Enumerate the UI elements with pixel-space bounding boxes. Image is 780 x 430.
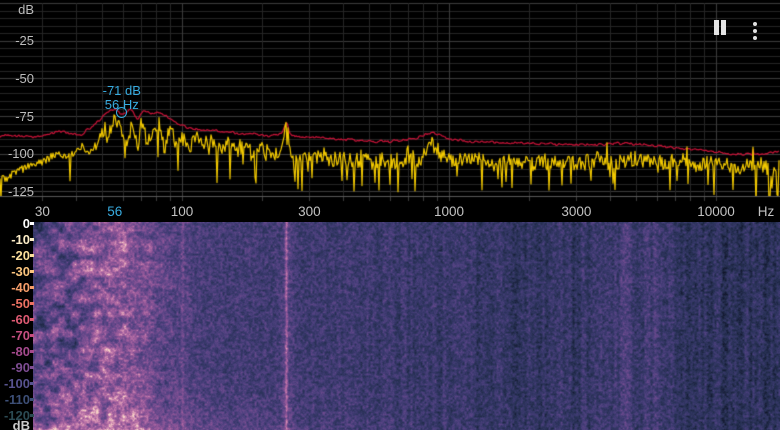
spectrogram-canvas[interactable] xyxy=(33,222,780,430)
x-tick-label: 3000 xyxy=(561,204,592,219)
colorbar-tick xyxy=(30,253,34,257)
overflow-menu-icon xyxy=(753,29,757,33)
colorbar-tick xyxy=(30,301,34,305)
spectrogram-color-scale: 0 -10 -20 -30 -40 -50 -60 -70 -80 -90 -100 -110 -120… xyxy=(0,215,33,430)
colorbar-label: -50 xyxy=(11,295,30,311)
spectrum-analyzer-app: dB -25 -50 -75 -100 -125 30 56 100 300 1000 3000 1… xyxy=(0,0,780,430)
colorbar-label: -110 xyxy=(4,391,30,407)
marker-db-label: -71 dB xyxy=(102,82,141,98)
colorbar-tick xyxy=(30,413,34,417)
pause-icon xyxy=(714,20,719,35)
y-tick-label: -100 xyxy=(7,146,34,162)
colorbar-label: -70 xyxy=(11,327,30,343)
colorbar-label: -10 xyxy=(11,231,30,247)
colorbar-tick xyxy=(30,221,34,225)
colorbar-tick xyxy=(30,349,34,353)
colorbar-tick xyxy=(30,237,34,241)
pause-button[interactable] xyxy=(711,18,731,38)
colorbar-tick xyxy=(30,397,34,401)
overflow-menu-icon xyxy=(753,36,757,40)
colorbar-label: -90 xyxy=(11,359,30,375)
colorbar-label: -80 xyxy=(11,343,30,359)
colorbar-label: 0 xyxy=(22,215,30,231)
y-tick-label: -25 xyxy=(15,33,34,49)
x-tick-label: 100 xyxy=(170,204,194,219)
colorbar-label: -40 xyxy=(11,279,30,295)
colorbar-tick xyxy=(30,381,34,385)
y-tick-label: -50 xyxy=(15,70,34,86)
colorbar-tick xyxy=(30,317,34,321)
x-tick-label: 10000 xyxy=(697,204,735,219)
colorbar-unit-label: dB xyxy=(12,417,30,430)
colorbar-label: -20 xyxy=(11,247,30,263)
y-tick-label: -125 xyxy=(7,183,34,199)
colorbar-label: -30 xyxy=(11,263,30,279)
colorbar-label: -100 xyxy=(3,375,30,391)
colorbar-tick xyxy=(30,269,34,273)
colorbar-label: -60 xyxy=(11,311,30,327)
y-axis-unit-label: dB xyxy=(18,2,34,17)
x-tick-label-cursor: 56 xyxy=(107,204,123,219)
x-tick-label: 300 xyxy=(298,204,321,219)
x-tick-label: 1000 xyxy=(433,204,465,219)
x-axis-unit-label: Hz xyxy=(757,204,775,219)
pause-icon xyxy=(721,20,726,35)
colorbar-tick xyxy=(30,333,34,337)
colorbar-tick xyxy=(30,285,34,289)
overflow-menu-button[interactable] xyxy=(748,19,761,43)
y-tick-label: -75 xyxy=(15,108,34,124)
overflow-menu-icon xyxy=(753,22,757,26)
cursor-marker-circle[interactable] xyxy=(115,106,127,118)
colorbar-tick xyxy=(30,365,34,369)
